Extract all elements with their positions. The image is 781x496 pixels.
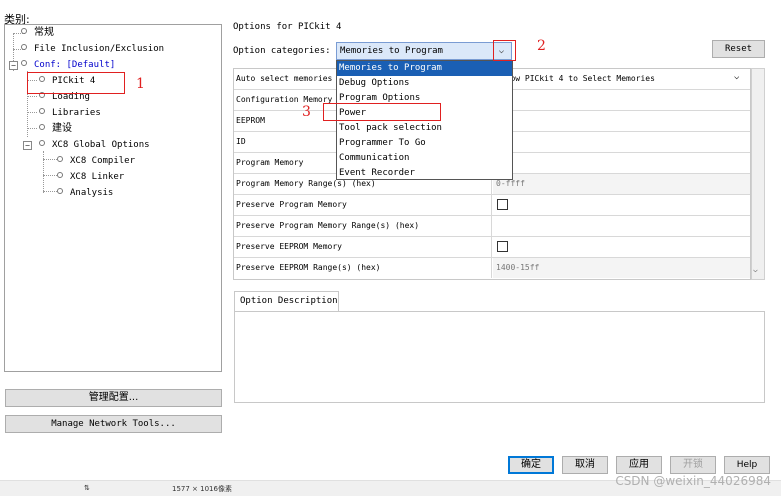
dropdown-item[interactable]: Communication bbox=[337, 151, 512, 166]
grid-scrollbar[interactable] bbox=[751, 68, 765, 280]
dropdown-item[interactable]: Programmer To Go bbox=[337, 136, 512, 151]
table-row[interactable]: Preserve Program Memory bbox=[234, 195, 750, 216]
dropdown-item[interactable]: Tool pack selection bbox=[337, 121, 512, 136]
circle-bullet-icon bbox=[57, 188, 63, 194]
circle-bullet-icon bbox=[21, 44, 27, 50]
status-icon: ⇅ bbox=[84, 484, 90, 492]
dropdown-item[interactable]: Memories to Program bbox=[337, 61, 512, 76]
tree-item-analysis[interactable]: Analysis bbox=[57, 187, 113, 199]
program-memory-range-value: 0-ffff bbox=[493, 174, 750, 194]
program-memory-value[interactable] bbox=[493, 153, 750, 173]
annotation-box-power bbox=[323, 103, 441, 121]
annotation-number-1: 1 bbox=[136, 76, 145, 92]
tab-option-description[interactable]: Option Description bbox=[234, 291, 339, 311]
option-categories-label: Option categories: bbox=[233, 46, 331, 56]
manage-config-button[interactable]: 管理配置... bbox=[5, 389, 222, 407]
help-button[interactable]: Help bbox=[724, 456, 770, 474]
tree-item-xc8-global[interactable]: XC8 Global Options bbox=[39, 139, 150, 151]
table-row[interactable]: Preserve EEPROM Range(s) (hex) 1400-15ff bbox=[234, 258, 750, 279]
dropdown-item[interactable]: Event Recorder bbox=[337, 166, 512, 181]
preserve-program-memory-checkbox[interactable] bbox=[497, 199, 508, 210]
tree-item-build[interactable]: 建设 bbox=[39, 123, 72, 135]
preserve-eeprom-range-value: 1400-15ff bbox=[493, 258, 750, 278]
circle-bullet-icon bbox=[39, 140, 45, 146]
circle-bullet-icon bbox=[21, 60, 27, 66]
tree-item-file-inclusion[interactable]: File Inclusion/Exclusion bbox=[21, 43, 164, 55]
table-row[interactable]: Preserve EEPROM Memory bbox=[234, 237, 750, 258]
circle-bullet-icon bbox=[57, 156, 63, 162]
chevron-down-icon[interactable]: ⌵ bbox=[734, 72, 739, 82]
eeprom-value[interactable] bbox=[493, 111, 750, 131]
tree-item-xc8-linker[interactable]: XC8 Linker bbox=[57, 171, 124, 183]
options-title: Options for PICkit 4 bbox=[233, 22, 342, 32]
collapse-icon[interactable]: − bbox=[23, 141, 32, 150]
tree-item-normal[interactable]: 常规 bbox=[21, 27, 54, 39]
circle-bullet-icon bbox=[39, 124, 45, 130]
circle-bullet-icon bbox=[21, 28, 27, 34]
option-categories-select[interactable]: Memories to Program bbox=[336, 42, 512, 60]
tree-item-libraries[interactable]: Libraries bbox=[39, 107, 101, 119]
preserve-eeprom-memory-checkbox[interactable] bbox=[497, 241, 508, 252]
image-dimensions: 1577 × 1016像素 bbox=[172, 485, 232, 493]
manage-network-tools-button[interactable]: Manage Network Tools... bbox=[5, 415, 222, 433]
tree-item-xc8-compiler[interactable]: XC8 Compiler bbox=[57, 155, 135, 167]
circle-bullet-icon bbox=[57, 172, 63, 178]
cancel-button[interactable]: 取消 bbox=[562, 456, 608, 474]
reset-button[interactable]: Reset bbox=[712, 40, 765, 58]
ok-button[interactable]: 确定 bbox=[508, 456, 554, 474]
preserve-program-memory-cell bbox=[493, 195, 750, 215]
preserve-program-range-value[interactable] bbox=[493, 216, 750, 236]
collapse-icon[interactable]: − bbox=[9, 61, 18, 70]
id-value[interactable] bbox=[493, 132, 750, 152]
apply-button[interactable]: 应用 bbox=[616, 456, 662, 474]
dropdown-item[interactable]: Debug Options bbox=[337, 76, 512, 91]
auto-select-value[interactable]: Allow PICkit 4 to Select Memories bbox=[493, 69, 750, 89]
annotation-number-3: 3 bbox=[302, 104, 311, 120]
tree-item-conf[interactable]: Conf: [Default] bbox=[21, 59, 115, 71]
annotation-box-pickit bbox=[27, 72, 125, 94]
option-description-area bbox=[234, 311, 765, 403]
chevron-down-icon[interactable]: ⌵ bbox=[753, 265, 758, 274]
table-row[interactable]: Preserve Program Memory Range(s) (hex) bbox=[234, 216, 750, 237]
annotation-number-2: 2 bbox=[537, 38, 546, 54]
configuration-memory-value[interactable] bbox=[493, 90, 750, 110]
watermark: CSDN @weixin_44026984 bbox=[615, 474, 771, 488]
unlock-button: 开锁 bbox=[670, 456, 716, 474]
circle-bullet-icon bbox=[39, 108, 45, 114]
preserve-eeprom-memory-cell bbox=[493, 237, 750, 257]
annotation-box-arrow bbox=[493, 40, 516, 61]
